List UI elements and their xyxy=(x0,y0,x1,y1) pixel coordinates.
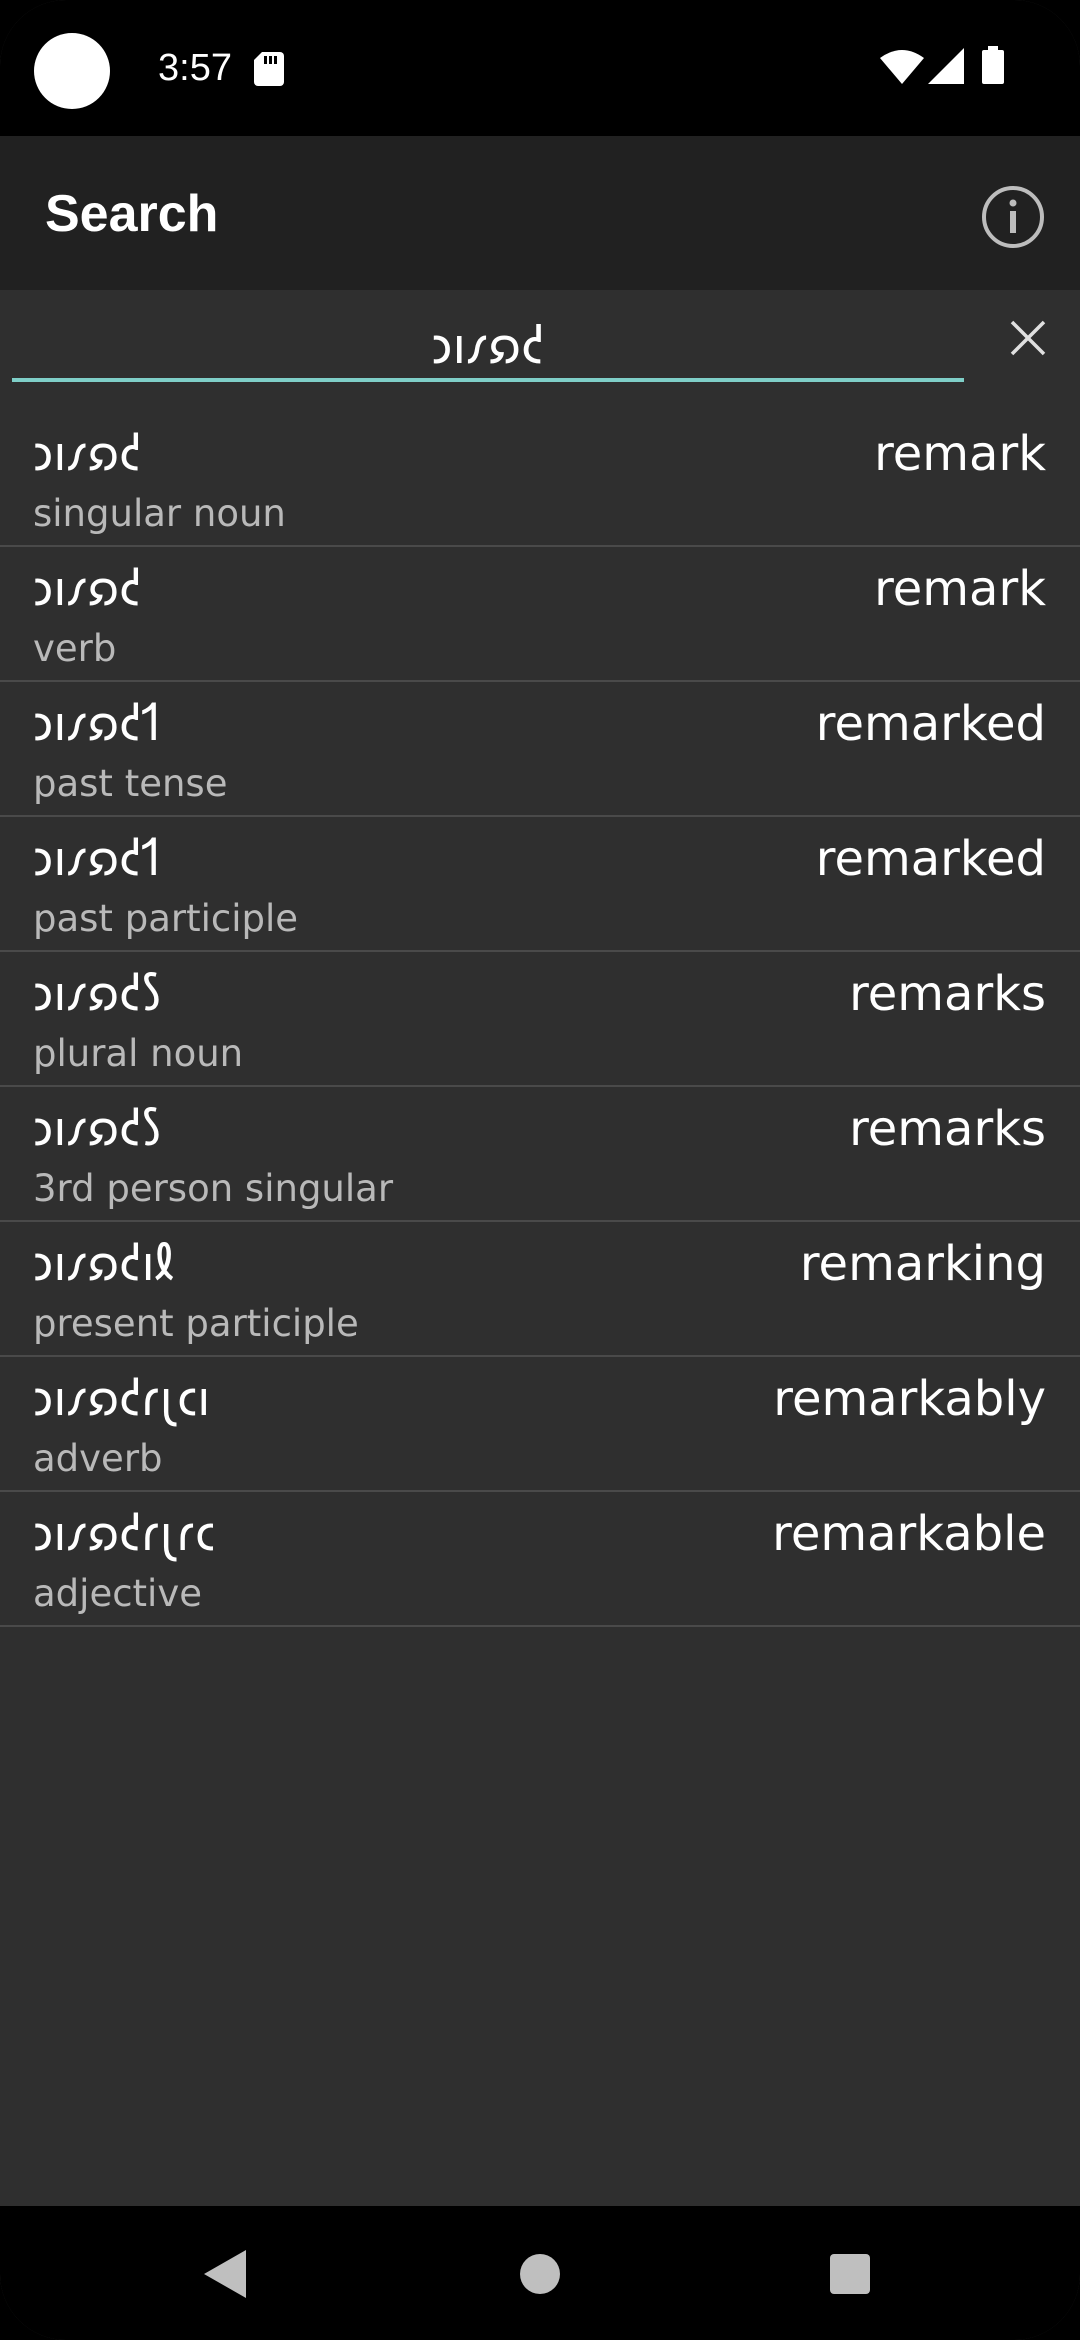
info-icon[interactable] xyxy=(980,184,1046,250)
page-title: Search xyxy=(45,185,219,243)
result-latin: remark xyxy=(874,426,1046,482)
list-item[interactable]: 𐑮𐑦𐑥𐑸𐑒 remark verb xyxy=(0,547,1080,682)
results-list: 𐑮𐑦𐑥𐑸𐑒 remark singular noun 𐑮𐑦𐑥𐑸𐑒 remark … xyxy=(0,412,1080,1627)
battery-icon xyxy=(982,46,1004,84)
result-part-of-speech: verb xyxy=(33,627,117,670)
result-latin: remarked xyxy=(815,831,1046,887)
back-icon[interactable] xyxy=(204,2250,246,2298)
result-shavian: 𐑮𐑦𐑥𐑸𐑒𐑕 xyxy=(33,966,161,1022)
list-item[interactable]: 𐑮𐑦𐑥𐑸𐑒𐑑 remarked past participle xyxy=(0,817,1080,952)
result-part-of-speech: plural noun xyxy=(33,1032,244,1075)
result-latin: remarks xyxy=(849,966,1046,1022)
result-latin: remarking xyxy=(799,1236,1046,1292)
result-part-of-speech: adverb xyxy=(33,1437,163,1480)
result-part-of-speech: 3rd person singular xyxy=(33,1167,394,1210)
result-shavian: 𐑮𐑦𐑥𐑸𐑒𐑦𐑙 xyxy=(33,1236,174,1292)
result-part-of-speech: present participle xyxy=(33,1302,359,1345)
app-screen: 3:57 Search 𐑮𐑦𐑥𐑸𐑒 𐑮𐑦𐑥𐑸𐑒 remark singular … xyxy=(0,0,1080,2340)
status-bar: 3:57 xyxy=(0,0,1080,136)
list-item[interactable]: 𐑮𐑦𐑥𐑸𐑒𐑑 remarked past tense xyxy=(0,682,1080,817)
list-item[interactable]: 𐑮𐑦𐑥𐑸𐑒𐑕 remarks plural noun xyxy=(0,952,1080,1087)
result-latin: remarkably xyxy=(773,1371,1046,1427)
recents-icon[interactable] xyxy=(830,2254,870,2294)
result-shavian: 𐑮𐑦𐑥𐑸𐑒𐑩𐑚𐑩𐑤 xyxy=(33,1506,216,1562)
list-item[interactable]: 𐑮𐑦𐑥𐑸𐑒𐑩𐑚𐑤𐑦 remarkably adverb xyxy=(0,1357,1080,1492)
signal-icon xyxy=(928,48,964,84)
app-bar: Search xyxy=(0,136,1080,290)
result-shavian: 𐑮𐑦𐑥𐑸𐑒𐑩𐑚𐑤𐑦 xyxy=(33,1371,211,1427)
result-latin: remarks xyxy=(849,1101,1046,1157)
result-part-of-speech: adjective xyxy=(33,1572,202,1615)
result-shavian: 𐑮𐑦𐑥𐑸𐑒 xyxy=(33,426,142,482)
list-item[interactable]: 𐑮𐑦𐑥𐑸𐑒𐑕 remarks 3rd person singular xyxy=(0,1087,1080,1222)
result-shavian: 𐑮𐑦𐑥𐑸𐑒𐑕 xyxy=(33,1101,161,1157)
camera-dot xyxy=(34,33,110,109)
search-input[interactable] xyxy=(12,310,964,382)
result-latin: remarked xyxy=(815,696,1046,752)
list-item[interactable]: 𐑮𐑦𐑥𐑸𐑒 remark singular noun xyxy=(0,412,1080,547)
result-latin: remarkable xyxy=(772,1506,1046,1562)
result-part-of-speech: past tense xyxy=(33,762,228,805)
result-part-of-speech: singular noun xyxy=(33,492,286,535)
result-shavian: 𐑮𐑦𐑥𐑸𐑒 xyxy=(33,561,142,617)
navigation-bar xyxy=(0,2206,1080,2340)
status-time: 3:57 xyxy=(158,47,232,89)
wifi-icon xyxy=(880,50,924,84)
search-bar xyxy=(0,290,1080,400)
result-shavian: 𐑮𐑦𐑥𐑸𐑒𐑑 xyxy=(33,696,161,752)
sd-card-icon xyxy=(254,52,284,86)
result-shavian: 𐑮𐑦𐑥𐑸𐑒𐑑 xyxy=(33,831,161,887)
result-latin: remark xyxy=(874,561,1046,617)
close-icon[interactable] xyxy=(1008,318,1048,358)
home-icon[interactable] xyxy=(520,2254,560,2294)
result-part-of-speech: past participle xyxy=(33,897,299,940)
list-item[interactable]: 𐑮𐑦𐑥𐑸𐑒𐑦𐑙 remarking present participle xyxy=(0,1222,1080,1357)
list-item[interactable]: 𐑮𐑦𐑥𐑸𐑒𐑩𐑚𐑩𐑤 remarkable adjective xyxy=(0,1492,1080,1627)
